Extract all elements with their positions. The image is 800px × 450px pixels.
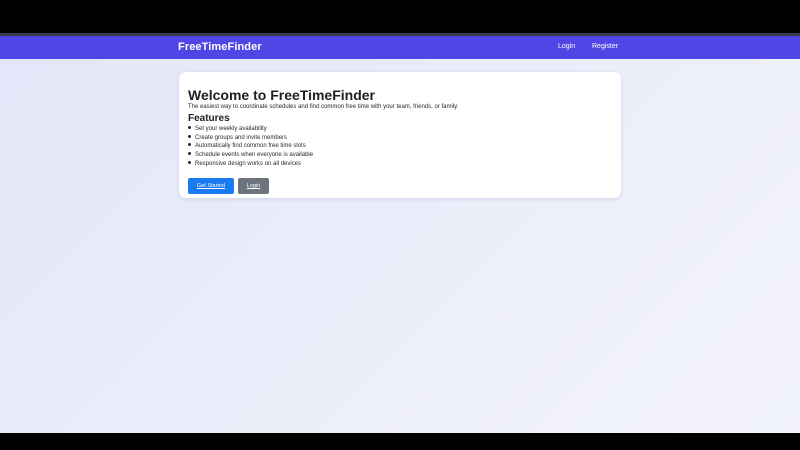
login-button[interactable]: Login — [238, 178, 269, 194]
bullet-icon — [188, 143, 191, 147]
feature-item: Automatically find common free time slot… — [188, 142, 313, 151]
nav-login-link[interactable]: Login — [558, 43, 575, 50]
page-title: Welcome to FreeTimeFinder — [188, 87, 375, 103]
window-frame-bottom — [0, 433, 800, 450]
nav-register-link[interactable]: Register — [592, 43, 618, 50]
top-navbar: FreeTimeFinder Login Register — [0, 36, 800, 59]
bullet-icon — [188, 134, 191, 138]
feature-item: Set your weekly availability — [188, 125, 313, 134]
window-frame-top — [0, 0, 800, 33]
features-list: Set your weekly availability Create grou… — [188, 125, 313, 169]
feature-item: Create groups and invite members — [188, 134, 313, 143]
feature-item: Responsive design works on all devices — [188, 160, 313, 169]
bullet-icon — [188, 125, 191, 129]
bullet-icon — [188, 160, 191, 164]
feature-item: Schedule events when everyone is availab… — [188, 151, 313, 160]
welcome-card: Welcome to FreeTimeFinder The easiest wa… — [179, 72, 621, 198]
bullet-icon — [188, 152, 191, 156]
brand-logo[interactable]: FreeTimeFinder — [178, 41, 262, 53]
get-started-button[interactable]: Get Started — [188, 178, 234, 194]
tagline: The easiest way to coordinate schedules … — [188, 104, 459, 110]
main-content: Welcome to FreeTimeFinder The easiest wa… — [0, 59, 800, 433]
features-heading: Features — [188, 113, 230, 124]
